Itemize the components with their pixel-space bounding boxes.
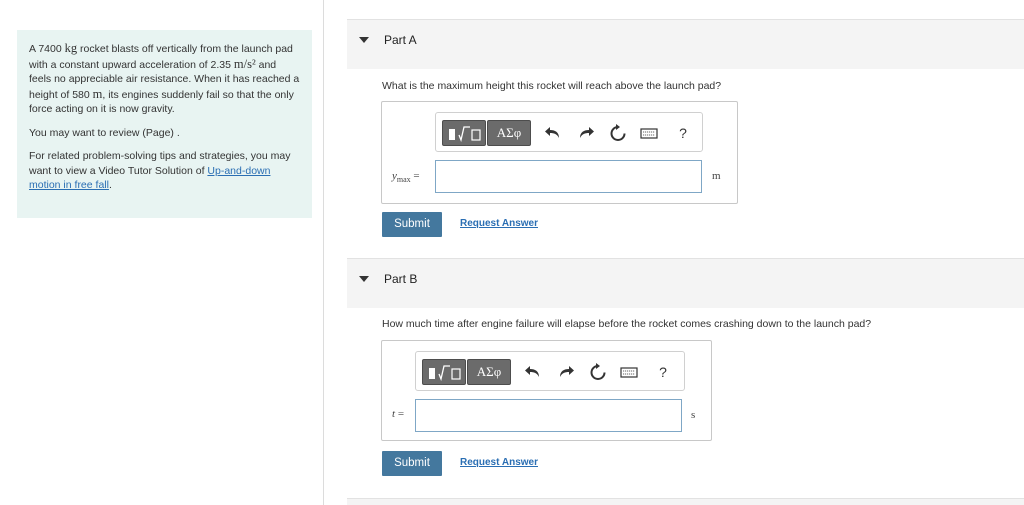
related-note: For related problem-solving tips and str… [29,149,300,193]
part-b-submit-button[interactable]: Submit [382,451,442,476]
templates-icon [449,126,481,143]
part-a-request-answer-link[interactable]: Request Answer [460,218,538,229]
part-b-question: How much time after engine failure will … [382,318,872,330]
part-b-answer-box: ΑΣφ ? t = s [381,340,712,441]
related-end: . [108,179,112,191]
templates-icon [429,365,461,382]
var-sub: max [396,175,411,185]
part-b-answer-input[interactable] [415,399,682,432]
keyboard-icon[interactable] [616,359,642,385]
part-b-toolbar: ΑΣφ ? [415,351,685,391]
part-a-toolbar: ΑΣφ ? [435,112,703,152]
accel-unit: m/s² [233,56,256,71]
part-a-answer-box: ΑΣφ ? ymax = m [381,101,738,204]
problem-column: A 7400 kg rocket blasts off vertically f… [0,0,324,505]
caret-down-icon [359,37,369,43]
mass-unit: kg [64,41,78,55]
part-a-title: Part A [384,33,417,47]
next-part-header [347,498,1024,505]
part-a-question: What is the maximum height this rocket w… [382,80,722,92]
symbols-button[interactable]: ΑΣφ [487,120,531,146]
reset-icon[interactable] [585,359,611,385]
caret-down-icon [359,276,369,282]
review-note: You may want to review (Page) . [29,126,180,139]
part-a-header[interactable]: Part A [347,19,1024,69]
part-b-request-answer-link[interactable]: Request Answer [460,457,538,468]
part-a-variable-label: ymax = [392,170,420,184]
equals-sign: = [397,408,405,420]
redo-icon[interactable] [553,359,579,385]
part-a-unit: m [712,170,721,182]
help-button[interactable]: ? [650,359,676,385]
problem-text-1: A 7400 [29,43,62,55]
part-b-title: Part B [384,272,418,286]
help-button[interactable]: ? [670,120,696,146]
var-main: t [392,408,396,420]
undo-icon[interactable] [520,359,546,385]
templates-button[interactable] [442,120,486,146]
reset-icon[interactable] [605,120,631,146]
height-unit: m [92,86,103,101]
templates-button[interactable] [422,359,466,385]
part-a-submit-button[interactable]: Submit [382,212,442,237]
part-b-header[interactable]: Part B [347,258,1024,308]
part-b-variable-label: t = [392,408,404,420]
keyboard-icon[interactable] [636,120,662,146]
problem-text: A 7400 kg rocket blasts off vertically f… [29,41,300,117]
redo-icon[interactable] [573,120,599,146]
symbols-button[interactable]: ΑΣφ [467,359,511,385]
equals-sign: = [413,170,420,182]
part-a-answer-input[interactable] [435,160,702,193]
part-b-unit: s [691,409,696,421]
undo-icon[interactable] [540,120,566,146]
problem-statement: A 7400 kg rocket blasts off vertically f… [17,30,312,218]
